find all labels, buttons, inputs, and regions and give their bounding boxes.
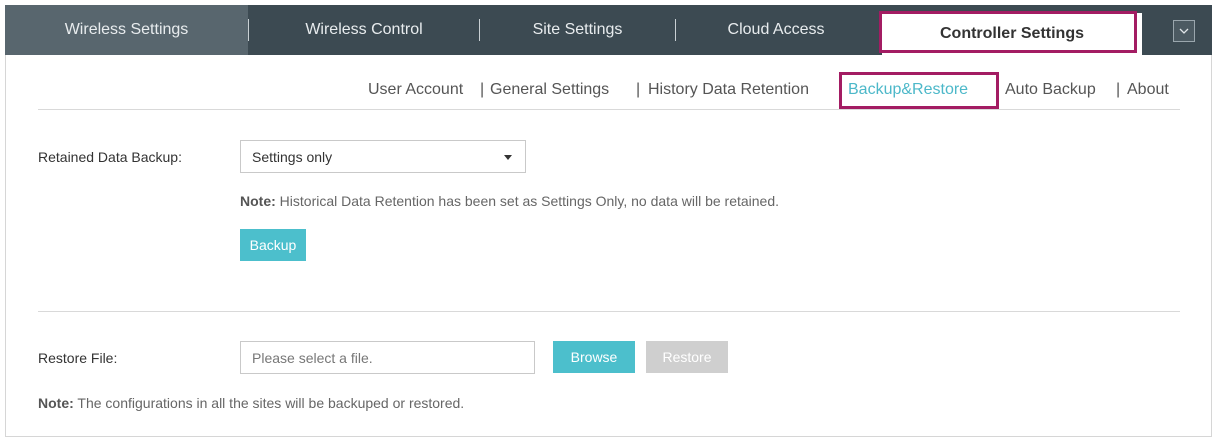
- retained-data-backup-label: Retained Data Backup:: [38, 149, 182, 165]
- note-text: The configurations in all the sites will…: [77, 395, 465, 411]
- subnav-separator: |: [480, 81, 485, 98]
- restore-file-input[interactable]: Please select a file.: [240, 341, 535, 374]
- note-text: Historical Data Retention has been set a…: [279, 193, 780, 209]
- tab-wireless-settings[interactable]: Wireless Settings: [5, 5, 248, 55]
- browse-button[interactable]: Browse: [553, 341, 635, 373]
- active-tab-highlight: [879, 11, 1137, 53]
- note-prefix: Note:: [38, 395, 74, 411]
- subnav-about[interactable]: About: [1127, 81, 1169, 99]
- menu-dropdown-button[interactable]: [1173, 20, 1195, 42]
- tab-cloud-access[interactable]: Cloud Access: [676, 5, 876, 55]
- active-subnav-highlight: [839, 72, 999, 109]
- subnav-history-data-retention[interactable]: History Data Retention: [648, 81, 809, 99]
- tab-wireless-control[interactable]: Wireless Control: [249, 5, 479, 55]
- caret-down-icon: [504, 155, 512, 160]
- restore-file-label: Restore File:: [38, 350, 118, 366]
- subnav-user-account[interactable]: User Account: [368, 81, 463, 99]
- tab-site-settings[interactable]: Site Settings: [480, 5, 675, 55]
- subnav-general-settings[interactable]: General Settings: [490, 81, 609, 99]
- sub-navigation: User Account | General Settings | Histor…: [38, 74, 1180, 110]
- subnav-separator: |: [636, 81, 641, 98]
- restore-note: Note: The configurations in all the site…: [38, 395, 464, 411]
- chevron-down-icon: [1179, 28, 1189, 34]
- subnav-auto-backup[interactable]: Auto Backup: [1005, 81, 1096, 99]
- select-value: Settings only: [252, 149, 333, 165]
- restore-button[interactable]: Restore: [646, 341, 728, 373]
- retained-data-backup-select[interactable]: Settings only: [240, 140, 526, 173]
- subnav-separator: |: [1116, 81, 1121, 98]
- backup-button[interactable]: Backup: [240, 229, 306, 261]
- section-divider: [38, 311, 1180, 312]
- backup-note: Note: Historical Data Retention has been…: [240, 193, 779, 209]
- note-prefix: Note:: [240, 193, 276, 209]
